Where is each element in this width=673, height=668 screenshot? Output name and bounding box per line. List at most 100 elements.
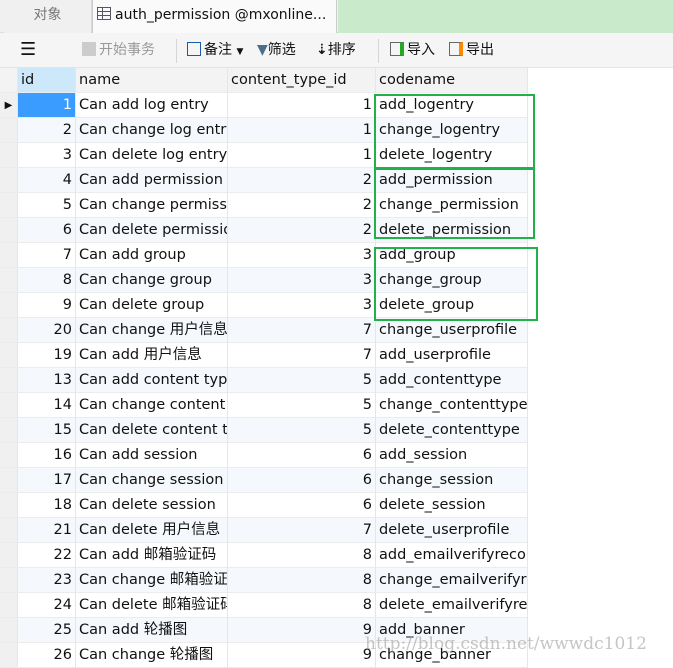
cell-id[interactable]: 22 [18, 543, 76, 568]
row-selector[interactable] [0, 468, 18, 493]
row-selector[interactable] [0, 343, 18, 368]
column-header-name[interactable]: name [76, 68, 228, 93]
begin-transaction-button[interactable]: 开始事务 [82, 40, 155, 60]
cell-content-type-id[interactable]: 3 [228, 268, 376, 293]
tab-objects[interactable]: 对象 [4, 0, 92, 33]
cell-content-type-id[interactable]: 1 [228, 93, 376, 118]
cell-id[interactable]: 24 [18, 593, 76, 618]
tab-auth-permission[interactable]: auth_permission @mxonline... [92, 0, 337, 33]
table-row[interactable]: 16 Can add session 6 add_session [0, 443, 528, 468]
cell-codename[interactable]: delete_userprofile [376, 518, 528, 543]
cell-codename[interactable]: change_userprofile [376, 318, 528, 343]
cell-content-type-id[interactable]: 7 [228, 518, 376, 543]
cell-id[interactable]: 8 [18, 268, 76, 293]
cell-content-type-id[interactable]: 3 [228, 293, 376, 318]
memo-button[interactable]: 备注 ▼ [187, 40, 243, 60]
cell-content-type-id[interactable]: 3 [228, 243, 376, 268]
cell-name[interactable]: Can add session [76, 443, 228, 468]
cell-id[interactable]: 25 [18, 618, 76, 643]
current-row-indicator[interactable]: ▶ [0, 93, 18, 118]
cell-content-type-id[interactable]: 8 [228, 593, 376, 618]
cell-name[interactable]: Can change permissi [76, 193, 228, 218]
export-button[interactable]: 导出 [449, 40, 494, 60]
cell-id[interactable]: 16 [18, 443, 76, 468]
cell-content-type-id[interactable]: 9 [228, 643, 376, 668]
cell-name[interactable]: Can add 用户信息 [76, 343, 228, 368]
cell-content-type-id[interactable]: 2 [228, 218, 376, 243]
cell-codename[interactable]: change_emailverifyre [376, 568, 528, 593]
cell-content-type-id[interactable]: 1 [228, 143, 376, 168]
row-selector[interactable] [0, 268, 18, 293]
cell-name[interactable]: Can change 轮播图 [76, 643, 228, 668]
cell-name[interactable]: Can delete log entry [76, 143, 228, 168]
table-row[interactable]: 20 Can change 用户信息 7 change_userprofile [0, 318, 528, 343]
cell-codename[interactable]: delete_emailverifyre [376, 593, 528, 618]
table-row[interactable]: 17 Can change session 6 change_session [0, 468, 528, 493]
row-selector[interactable] [0, 593, 18, 618]
row-selector[interactable] [0, 618, 18, 643]
row-selector[interactable] [0, 118, 18, 143]
table-row[interactable]: 13 Can add content typ 5 add_contenttype [0, 368, 528, 393]
cell-name[interactable]: Can add log entry [76, 93, 228, 118]
row-selector[interactable] [0, 243, 18, 268]
cell-name[interactable]: Can add 邮箱验证码 [76, 543, 228, 568]
cell-codename[interactable]: change_contenttype [376, 393, 528, 418]
cell-id[interactable]: 4 [18, 168, 76, 193]
cell-content-type-id[interactable]: 7 [228, 343, 376, 368]
cell-id[interactable]: 3 [18, 143, 76, 168]
cell-name[interactable]: Can change log entry [76, 118, 228, 143]
row-selector[interactable] [0, 418, 18, 443]
column-header-id[interactable]: id [18, 68, 76, 93]
cell-name[interactable]: Can delete 用户信息 [76, 518, 228, 543]
cell-name[interactable]: Can change content [76, 393, 228, 418]
row-selector[interactable] [0, 293, 18, 318]
cell-name[interactable]: Can delete content t [76, 418, 228, 443]
cell-codename[interactable]: change_session [376, 468, 528, 493]
row-selector[interactable] [0, 318, 18, 343]
row-selector[interactable] [0, 493, 18, 518]
cell-content-type-id[interactable]: 2 [228, 193, 376, 218]
cell-id[interactable]: 5 [18, 193, 76, 218]
cell-content-type-id[interactable]: 5 [228, 393, 376, 418]
cell-id[interactable]: 2 [18, 118, 76, 143]
cell-name[interactable]: Can add permission [76, 168, 228, 193]
table-row[interactable]: 19 Can add 用户信息 7 add_userprofile [0, 343, 528, 368]
cell-content-type-id[interactable]: 7 [228, 318, 376, 343]
cell-id[interactable]: 19 [18, 343, 76, 368]
cell-codename[interactable]: delete_session [376, 493, 528, 518]
table-row[interactable]: 21 Can delete 用户信息 7 delete_userprofile [0, 518, 528, 543]
cell-name[interactable]: Can delete 邮箱验证码 [76, 593, 228, 618]
cell-id[interactable]: 15 [18, 418, 76, 443]
cell-name[interactable]: Can delete group [76, 293, 228, 318]
cell-name[interactable]: Can change 邮箱验证 [76, 568, 228, 593]
cell-id[interactable]: 23 [18, 568, 76, 593]
row-selector[interactable] [0, 368, 18, 393]
cell-content-type-id[interactable]: 5 [228, 368, 376, 393]
cell-content-type-id[interactable]: 6 [228, 468, 376, 493]
cell-name[interactable]: Can add group [76, 243, 228, 268]
import-button[interactable]: 导入 [390, 40, 435, 60]
table-row[interactable]: 22 Can add 邮箱验证码 8 add_emailverifyreco [0, 543, 528, 568]
sort-button[interactable]: ⇣排序 [316, 40, 356, 60]
table-row[interactable]: 18 Can delete session 6 delete_session [0, 493, 528, 518]
row-selector[interactable] [0, 143, 18, 168]
cell-name[interactable]: Can change 用户信息 [76, 318, 228, 343]
row-selector[interactable] [0, 543, 18, 568]
cell-content-type-id[interactable]: 6 [228, 443, 376, 468]
cell-codename[interactable]: add_userprofile [376, 343, 528, 368]
row-selector[interactable] [0, 218, 18, 243]
cell-id[interactable]: 21 [18, 518, 76, 543]
filter-button[interactable]: ▼筛选 [257, 40, 296, 60]
cell-content-type-id[interactable]: 2 [228, 168, 376, 193]
column-header-codename[interactable]: codename [376, 68, 528, 93]
row-selector[interactable] [0, 443, 18, 468]
cell-id[interactable]: 13 [18, 368, 76, 393]
cell-codename[interactable]: add_session [376, 443, 528, 468]
cell-content-type-id[interactable]: 8 [228, 568, 376, 593]
row-selector[interactable] [0, 393, 18, 418]
table-row[interactable]: 15 Can delete content t 5 delete_contenttyp… [0, 418, 528, 443]
row-selector[interactable] [0, 193, 18, 218]
row-selector[interactable] [0, 168, 18, 193]
hamburger-icon[interactable]: ☰ [20, 40, 36, 60]
cell-name[interactable]: Can delete session [76, 493, 228, 518]
